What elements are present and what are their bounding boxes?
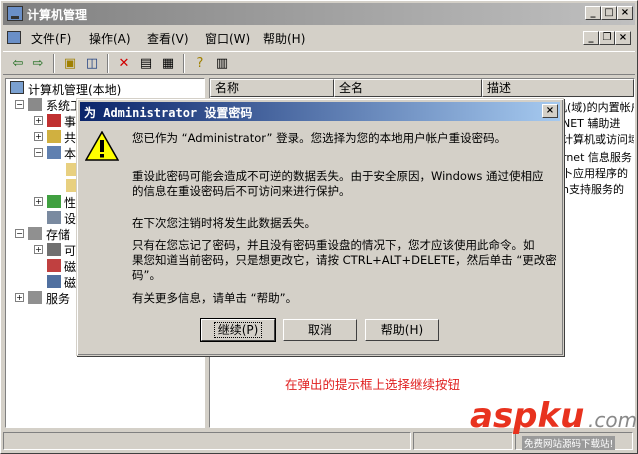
dialog-message-warning-2: 的信息在重设密码后不可访问来进行保护。 — [132, 184, 351, 198]
console-icon[interactable]: ▥ — [213, 55, 231, 72]
minimize-icon[interactable]: _ — [585, 6, 601, 20]
tree-item-services[interactable]: 服务 — [46, 290, 70, 307]
computer-management-icon — [7, 6, 23, 21]
help-button[interactable]: 帮助(H) — [365, 319, 439, 341]
menu-file[interactable]: 文件(F) — [31, 30, 71, 47]
window-titlebar[interactable]: 计算机管理 _ □ × — [3, 3, 635, 25]
maximize-icon[interactable]: □ — [601, 6, 617, 20]
tree-item-disk-management[interactable]: 磁 — [64, 274, 76, 291]
storage-icon — [28, 227, 42, 240]
delete-icon[interactable]: ✕ — [115, 55, 133, 72]
expand-icon[interactable]: + — [34, 116, 43, 125]
tree-item-shared-folders[interactable]: 共 — [64, 129, 76, 146]
status-cell — [3, 432, 411, 450]
tree-item-performance[interactable]: 性 — [64, 194, 76, 211]
dialog-message-login: 您已作为 “Administrator” 登录。您选择为您的本地用户帐户重设密码… — [132, 131, 507, 145]
warning-icon — [85, 131, 119, 161]
close-icon[interactable]: × — [617, 6, 633, 20]
expand-icon[interactable]: + — [15, 293, 24, 302]
toolbar-separator — [53, 54, 55, 73]
up-folder-icon[interactable]: ▣ — [61, 55, 79, 72]
menu-view[interactable]: 查看(V) — [147, 30, 189, 47]
dialog-message-usage-3: 码”。 — [132, 268, 161, 282]
dialog-title: 为 Administrator 设置密码 — [84, 106, 253, 120]
row-description: NET 辅助进 — [562, 117, 621, 130]
child-minimize-icon[interactable]: _ — [583, 31, 599, 45]
dialog-message-usage-1: 只有在您忘记了密码，并且没有密码重设盘的情况下，您才应该使用此命令。如 — [132, 238, 535, 252]
continue-button[interactable]: 继续(P) — [200, 318, 276, 342]
watermark-tagline: 免费网站源码下载站! — [522, 436, 616, 450]
tree-item-removable-storage[interactable]: 可 — [64, 242, 76, 259]
dialog-message-help: 有关更多信息，请单击 “帮助”。 — [132, 291, 298, 305]
collapse-icon[interactable]: − — [34, 148, 43, 157]
show-tree-icon[interactable]: ◫ — [83, 55, 101, 72]
cancel-button[interactable]: 取消 — [283, 319, 357, 341]
continue-button-label: 继续(P) — [213, 322, 263, 338]
row-description: 计算机或访问域 — [562, 133, 635, 146]
toolbar-separator — [107, 54, 109, 73]
collapse-icon[interactable]: − — [15, 229, 24, 238]
properties-icon[interactable]: ▤ — [137, 55, 155, 72]
tree-item-local-users[interactable]: 本 — [64, 145, 76, 162]
disk-defrag-icon — [47, 259, 61, 272]
disk-management-icon — [47, 275, 61, 288]
expand-icon[interactable]: + — [34, 197, 43, 206]
child-close-icon[interactable]: × — [615, 31, 631, 45]
column-header-name[interactable]: 名称 — [210, 79, 334, 97]
toolbar-separator — [183, 54, 185, 73]
help-book-icon[interactable]: ? — [191, 55, 209, 72]
toolbar: ⇦ ⇨ ▣ ◫ ✕ ▤ ▦ ? ▥ — [3, 51, 635, 75]
system-tools-icon — [28, 98, 42, 111]
watermark-tld: .com — [588, 408, 638, 432]
menu-bar: 文件(F) 操作(A) 查看(V) 窗口(W) 帮助(H) _ ❐ × — [3, 27, 635, 49]
tree-root[interactable]: 计算机管理(本地) — [28, 81, 121, 98]
performance-icon — [47, 195, 61, 208]
removable-storage-icon — [47, 243, 61, 256]
forward-arrow-icon[interactable]: ⇨ — [29, 55, 47, 72]
menu-help[interactable]: 帮助(H) — [263, 30, 305, 47]
event-viewer-icon — [47, 114, 61, 127]
menu-window[interactable]: 窗口(W) — [205, 30, 250, 47]
expand-icon[interactable]: + — [34, 132, 43, 141]
services-icon — [28, 291, 42, 304]
window-title: 计算机管理 — [27, 8, 88, 22]
dialog-message-logoff: 在下次您注销时将发生此数据丢失。 — [132, 216, 316, 230]
dialog-message-usage-2: 果您知道当前密码，只是想更改它，请按 CTRL+ALT+DELETE，然后单击 … — [132, 253, 557, 267]
column-header-description[interactable]: 描述 — [482, 79, 634, 97]
expand-icon[interactable]: + — [34, 245, 43, 254]
tree-item-disk-defrag[interactable]: 磁 — [64, 258, 76, 275]
tree-item-storage[interactable]: 存储 — [46, 226, 70, 243]
row-description: 卜应用程序的 — [562, 167, 628, 180]
menu-action[interactable]: 操作(A) — [89, 30, 131, 47]
watermark-brand: aspku — [470, 396, 585, 436]
row-description: rnet 信息服务 — [562, 151, 632, 164]
row-description: n支持服务的 — [562, 183, 624, 196]
column-header-fullname[interactable]: 全名 — [334, 79, 482, 97]
shared-folders-icon — [47, 130, 61, 143]
export-list-icon[interactable]: ▦ — [159, 55, 177, 72]
collapse-icon[interactable]: − — [15, 100, 24, 109]
dialog-message-warning-1: 重设此密码可能会造成不可逆的数据丢失。由于安全原因，Windows 通过使相应 — [132, 169, 544, 183]
set-password-dialog: 为 Administrator 设置密码 × 您已作为 “Administrat… — [76, 98, 564, 356]
child-restore-icon[interactable]: ❐ — [599, 31, 615, 45]
instruction-annotation: 在弹出的提示框上选择继续按钮 — [285, 377, 461, 392]
back-arrow-icon[interactable]: ⇦ — [9, 55, 27, 72]
computer-icon — [10, 81, 24, 94]
tree-item-device-manager[interactable]: 设 — [64, 210, 76, 227]
dialog-titlebar[interactable]: 为 Administrator 设置密码 × — [80, 102, 560, 121]
mmc-icon — [7, 31, 21, 44]
device-manager-icon — [47, 211, 61, 224]
tree-item-event-viewer[interactable]: 事 — [64, 113, 76, 130]
local-users-icon — [47, 146, 61, 159]
dialog-close-icon[interactable]: × — [542, 104, 558, 118]
watermark: aspku .com 免费网站源码下载站! — [466, 396, 638, 452]
